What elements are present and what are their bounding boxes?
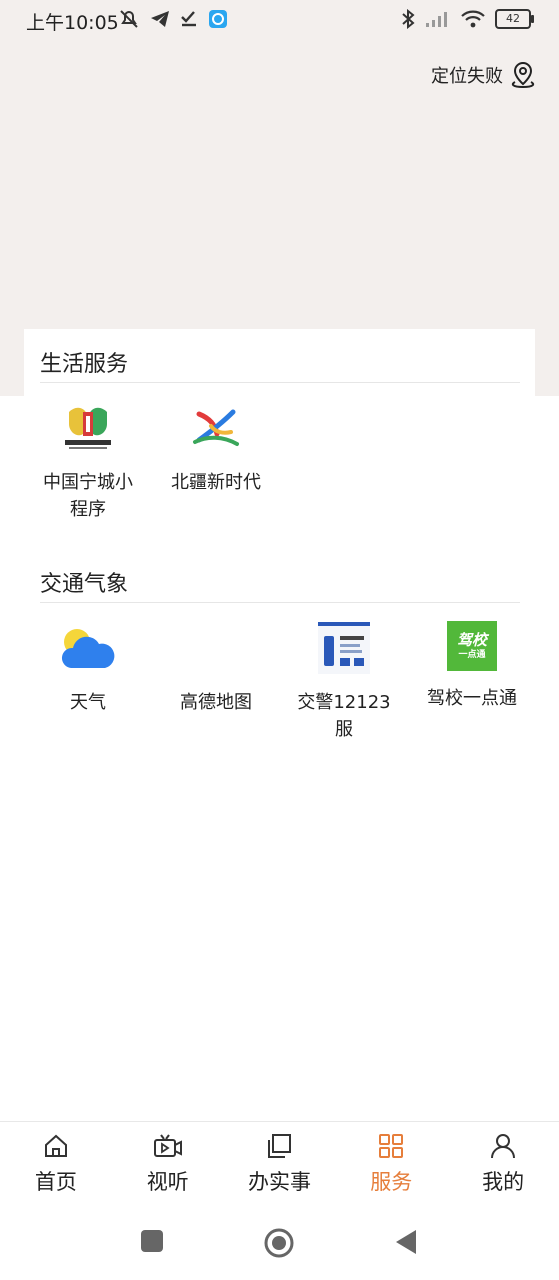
back-button[interactable]: [394, 1229, 418, 1259]
status-time: 上午10:05: [26, 12, 119, 34]
tab-label: 服务: [370, 1170, 413, 1194]
service-label: 中国宁城小程序: [43, 472, 133, 520]
service-label: 驾校一点通: [427, 688, 517, 709]
section-divider: [40, 382, 520, 383]
section-title-life-services: 生活服务: [40, 352, 129, 377]
wifi-icon: [461, 10, 485, 28]
service-label: 天气: [70, 692, 106, 713]
driving-school-icon: 驾校 一点通: [447, 621, 497, 671]
location-status[interactable]: 定位失败: [431, 60, 537, 90]
video-icon: [153, 1132, 183, 1160]
telegram-icon: [150, 10, 170, 28]
task-check-icon: [180, 10, 198, 28]
bluetooth-icon: [401, 9, 415, 29]
home-button[interactable]: [263, 1227, 295, 1263]
weather-icon: [61, 621, 115, 675]
battery-indicator: 42: [495, 9, 534, 29]
service-item-amap[interactable]: 高德地图: [152, 621, 280, 716]
services-grid-icon: [377, 1132, 405, 1160]
ningcheng-logo-icon: [61, 401, 115, 455]
tab-services[interactable]: 服务: [335, 1122, 447, 1208]
location-text: 定位失败: [431, 66, 503, 87]
tab-affairs[interactable]: 办实事: [224, 1122, 336, 1208]
signal-icon: [425, 10, 451, 28]
tab-profile[interactable]: 我的: [447, 1122, 559, 1208]
home-icon: [42, 1132, 70, 1160]
tab-home[interactable]: 首页: [0, 1122, 112, 1208]
system-nav-bar: [0, 1207, 559, 1280]
tab-label: 我的: [482, 1170, 525, 1194]
location-pin-icon: [509, 60, 537, 90]
recent-apps-button[interactable]: [140, 1229, 164, 1257]
service-label: 北疆新时代: [171, 472, 261, 493]
driving-icon-line2: 一点通: [458, 650, 486, 660]
service-item-traffic-police[interactable]: 交警12123服: [280, 621, 408, 743]
services-card: 生活服务 中国宁城小程序 北疆新时代 交通气象 天气 高德地图 交警12123服…: [24, 329, 535, 749]
traffic-police-icon: [317, 621, 371, 675]
status-bar: 上午10:05 42: [0, 0, 559, 42]
section-divider: [40, 602, 520, 603]
documents-icon: [265, 1132, 293, 1160]
tab-label: 首页: [34, 1170, 77, 1194]
service-item-driving-school[interactable]: 驾校 一点通 驾校一点通: [408, 621, 536, 712]
profile-icon: [489, 1132, 517, 1160]
chat-app-icon: [208, 9, 228, 29]
driving-icon-line1: 驾校: [456, 631, 487, 649]
tab-video[interactable]: 视听: [112, 1122, 224, 1208]
tab-label: 办实事: [247, 1170, 311, 1194]
amap-icon: [189, 621, 243, 675]
service-label: 高德地图: [180, 692, 252, 713]
service-item-weather[interactable]: 天气: [24, 621, 152, 716]
tab-label: 视听: [146, 1170, 189, 1194]
service-item-beijiang[interactable]: 北疆新时代: [152, 401, 280, 496]
service-item-ningcheng[interactable]: 中国宁城小程序: [24, 401, 152, 523]
beijiang-logo-icon: [189, 401, 243, 455]
bottom-tab-bar: 首页 视听 办实事 服务 我的: [0, 1121, 559, 1208]
service-label: 交警12123服: [297, 692, 391, 740]
section-title-traffic-weather: 交通气象: [40, 572, 129, 597]
mute-alarm-icon: [118, 9, 140, 29]
